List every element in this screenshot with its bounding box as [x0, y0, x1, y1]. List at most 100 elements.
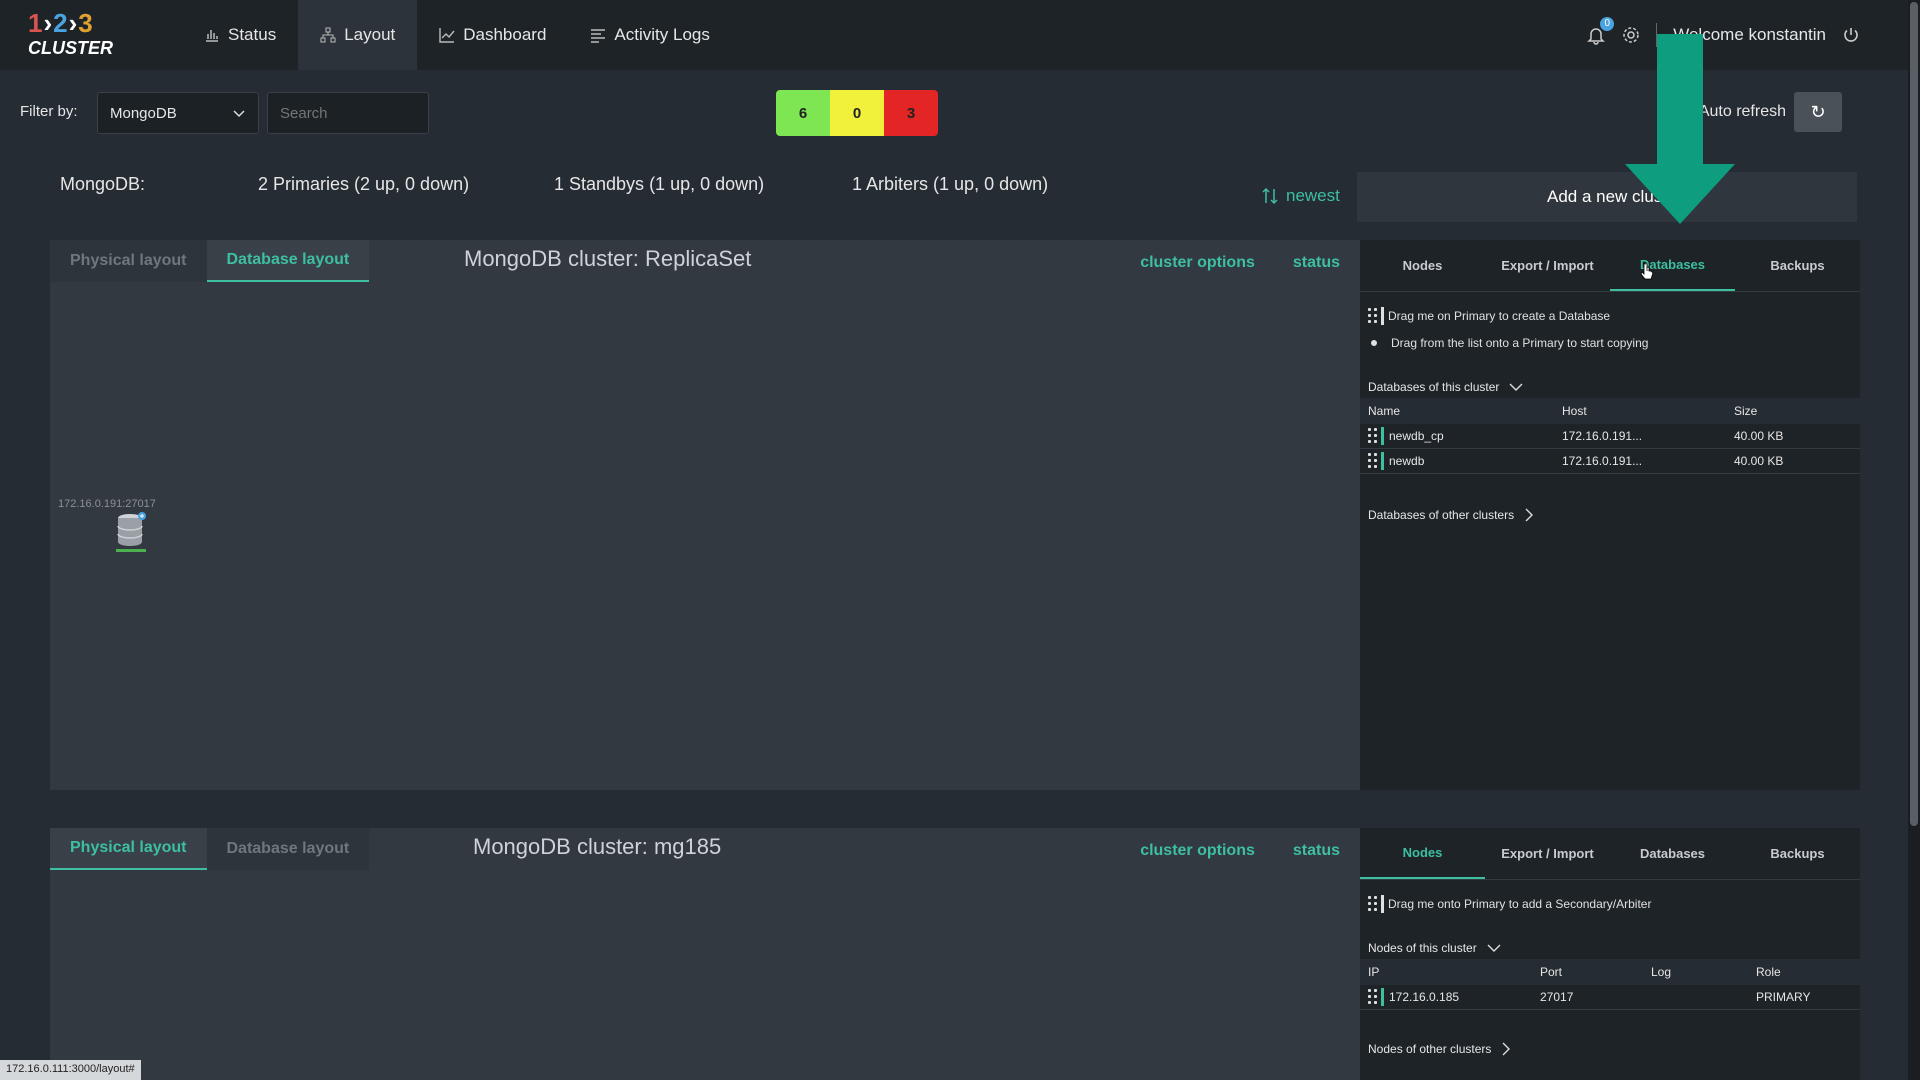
nav-activity-logs[interactable]: Activity Logs — [568, 0, 731, 70]
drag-handle-icon[interactable] — [1368, 452, 1384, 470]
nav-label: Dashboard — [463, 25, 547, 44]
count-up[interactable]: 6 — [776, 90, 830, 136]
cluster-actions: cluster options status — [1140, 254, 1340, 272]
tab-databases[interactable]: Databases — [1610, 240, 1735, 291]
drag-handle-icon — [1368, 894, 1384, 913]
drag-handle-icon[interactable] — [1368, 988, 1384, 1006]
summary-standbys: 1 Standbys (1 up, 0 down) — [554, 174, 765, 194]
section-title: Databases of this cluster — [1368, 380, 1500, 394]
chevron-down-icon — [233, 110, 245, 118]
column-header: Host — [1562, 404, 1587, 418]
database-icon[interactable] — [116, 512, 146, 552]
node-port: 27017 — [1540, 990, 1574, 1004]
table-row[interactable]: newdb 172.16.0.191... 40.00 KB — [1360, 449, 1860, 474]
layout-tabs: Physical layout Database layout — [50, 828, 370, 870]
filter-label: Filter by: — [20, 103, 78, 120]
cluster-side-panel: Nodes Export / Import Databases Backups … — [1360, 828, 1860, 1080]
cluster-side-panel: Nodes Export / Import Databases Backups … — [1360, 240, 1860, 790]
other-databases-toggle[interactable]: Databases of other clusters — [1360, 504, 1860, 526]
tab-nodes[interactable]: Nodes — [1360, 828, 1485, 879]
nodes-section-toggle[interactable]: Nodes of this cluster — [1360, 937, 1860, 959]
status-counts: 6 0 3 — [776, 90, 938, 136]
create-database-draggable[interactable]: Drag me on Primary to create a Database — [1360, 302, 1860, 329]
nav-dashboard[interactable]: Dashboard — [417, 0, 568, 70]
notification-count: 0 — [1600, 17, 1615, 31]
hint-text: Drag me on Primary to create a Database — [1388, 308, 1611, 323]
tab-physical-layout[interactable]: Physical layout — [50, 828, 207, 870]
count-warning[interactable]: 0 — [830, 90, 884, 136]
cluster-options-link[interactable]: cluster options — [1140, 254, 1255, 272]
tab-physical-layout[interactable]: Physical layout — [50, 240, 207, 282]
layout-canvas[interactable]: Physical layout Database layout MongoDB … — [50, 828, 1360, 1080]
annotation-arrow-icon — [1625, 34, 1735, 224]
node-primary[interactable]: 172.16.0.191:27017 — [58, 498, 156, 552]
scrollbar[interactable] — [1908, 0, 1920, 1080]
hint-text: Drag from the list onto a Primary to sta… — [1391, 335, 1649, 350]
chevron-down-icon — [1509, 383, 1523, 391]
sort-icon — [1262, 187, 1278, 205]
mouse-cursor-icon — [1640, 262, 1654, 280]
count-down[interactable]: 3 — [884, 90, 938, 136]
cluster-status-link[interactable]: status — [1293, 254, 1340, 272]
table-row[interactable]: 172.16.0.185 27017 PRIMARY — [1360, 985, 1860, 1010]
drag-handle-icon[interactable] — [1368, 427, 1384, 445]
node-ip: 172.16.0.185 — [1389, 990, 1460, 1004]
power-icon[interactable] — [1842, 26, 1860, 44]
line-chart-icon — [439, 28, 455, 43]
database-type-select[interactable]: MongoDB — [97, 92, 259, 134]
tab-backups[interactable]: Backups — [1735, 240, 1860, 291]
tab-export-import[interactable]: Export / Import — [1485, 240, 1610, 291]
refresh-icon: ↻ — [1810, 101, 1826, 122]
nav-label: Activity Logs — [614, 25, 710, 44]
table-row[interactable]: newdb_cp 172.16.0.191... 40.00 KB — [1360, 424, 1860, 449]
search-input[interactable] — [267, 92, 429, 134]
tab-export-import[interactable]: Export / Import — [1485, 828, 1610, 879]
database-name: newdb — [1389, 454, 1425, 468]
other-nodes-toggle[interactable]: Nodes of other clusters — [1360, 1038, 1860, 1060]
list-icon — [591, 29, 606, 43]
copy-hint: Drag from the list onto a Primary to sta… — [1360, 329, 1860, 356]
add-node-draggable[interactable]: Drag me onto Primary to add a Secondary/… — [1360, 890, 1860, 917]
column-header: Size — [1734, 404, 1758, 418]
layout-canvas[interactable]: Physical layout Database layout MongoDB … — [50, 240, 1360, 790]
sort-toggle[interactable]: newest — [1262, 186, 1340, 206]
tab-database-layout[interactable]: Database layout — [206, 240, 370, 282]
select-value: MongoDB — [110, 104, 177, 122]
summary-type: MongoDB: — [60, 174, 146, 194]
column-header: Port — [1540, 965, 1563, 979]
chevron-down-icon — [1487, 944, 1501, 952]
tab-nodes[interactable]: Nodes — [1360, 240, 1485, 291]
table-header: Name Host Size — [1360, 398, 1860, 424]
cluster-options-link[interactable]: cluster options — [1140, 842, 1255, 860]
bar-chart-icon — [206, 30, 218, 42]
cluster-actions: cluster options status — [1140, 842, 1340, 860]
tab-databases[interactable]: Databases — [1610, 828, 1735, 879]
databases-section-toggle[interactable]: Databases of this cluster — [1360, 376, 1860, 398]
cluster-title: MongoDB cluster: mg185 — [473, 834, 722, 859]
cluster-title: MongoDB cluster: ReplicaSet — [464, 246, 752, 271]
column-header: Role — [1756, 965, 1781, 979]
app-logo[interactable]: 1›2›3 CLUSTER — [28, 10, 118, 60]
layout-tabs: Physical layout Database layout — [50, 240, 370, 282]
section-title: Databases of other clusters — [1368, 508, 1515, 522]
node-role: PRIMARY — [1756, 990, 1811, 1004]
refresh-button[interactable]: ↻ — [1794, 92, 1842, 132]
add-cluster-button[interactable]: Add a new clust — [1357, 172, 1857, 222]
column-header: Log — [1651, 965, 1672, 979]
cluster-card: Physical layout Database layout MongoDB … — [50, 828, 1860, 1080]
panel-tabs: Nodes Export / Import Databases Backups — [1360, 240, 1860, 292]
tab-backups[interactable]: Backups — [1735, 828, 1860, 879]
nav-status[interactable]: Status — [182, 0, 298, 70]
database-size: 40.00 KB — [1734, 429, 1784, 443]
logo-word: CLUSTER — [28, 38, 113, 58]
tab-database-layout[interactable]: Database layout — [207, 828, 370, 870]
cluster-status-link[interactable]: status — [1293, 842, 1340, 860]
column-header: Name — [1368, 404, 1401, 418]
nav-layout[interactable]: Layout — [298, 0, 418, 70]
logo-digit: 3 — [78, 8, 94, 38]
node-ip: 172.16.0.191:27017 — [58, 498, 156, 510]
nav-label: Layout — [344, 25, 396, 44]
notifications-bell[interactable]: 0 — [1586, 17, 1615, 45]
database-host: 172.16.0.191... — [1562, 429, 1643, 443]
scrollbar-thumb[interactable] — [1910, 2, 1918, 826]
